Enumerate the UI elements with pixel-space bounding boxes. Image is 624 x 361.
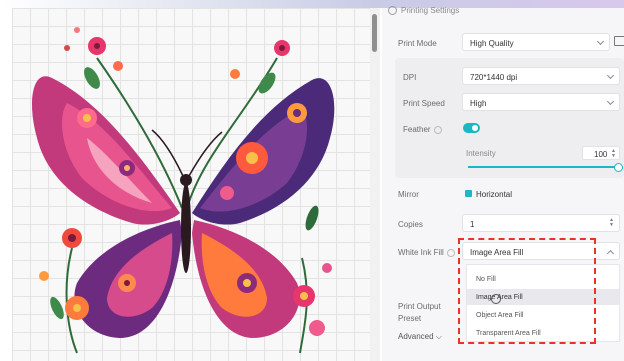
print-speed-value: High [470,99,487,108]
mirror-label: Mirror [398,190,419,199]
help-icon[interactable] [446,248,455,257]
intensity-label: Intensity [466,149,496,158]
design-canvas[interactable] [12,8,370,361]
print-mode-select[interactable]: High Quality [462,33,610,51]
copies-label: Copies [398,220,423,229]
intensity-value: 100 [594,150,608,159]
print-output-preset-label: Preset [398,314,422,323]
canvas-scrollbar[interactable] [370,8,380,361]
white-ink-fill-label-text: White Ink Fill [398,248,444,257]
advanced-toggle[interactable]: Advanced ⌵ [398,332,442,342]
advanced-label: Advanced [398,332,434,341]
stepper-arrows-icon[interactable]: ▲ ▼ [611,149,616,159]
white-ink-fill-label: White Ink Fill [398,248,455,257]
horizontal-option-label[interactable]: Horizontal [476,190,512,199]
folder-icon[interactable] [614,36,624,46]
print-speed-label: Print Speed [403,99,445,108]
intensity-input[interactable]: 100 ▲ ▼ [582,146,620,160]
intensity-slider-track[interactable] [468,166,618,168]
chevron-up-icon [606,249,615,258]
dpi-select[interactable]: 720*1440 dpi [462,67,620,85]
dpi-value: 720*1440 dpi [470,73,518,82]
copies-input[interactable]: 1 ▲ ▼ [462,214,620,232]
section-title: Printing Settings [401,6,460,15]
print-mode-label: Print Mode [398,39,437,48]
intensity-slider-handle[interactable] [614,163,623,172]
highlight-annotation-box [458,238,596,344]
printing-settings-header[interactable]: Printing Settings [388,6,459,15]
print-speed-select[interactable]: High [462,93,620,111]
feather-toggle[interactable] [463,123,480,133]
print-mode-value: High Quality [470,39,514,48]
chevron-down-icon [596,37,605,46]
chevron-down-icon [606,97,615,106]
feather-label-text: Feather [403,125,431,134]
horizontal-checkbox[interactable] [465,190,472,197]
feather-label: Feather [403,125,442,134]
help-icon[interactable] [433,125,442,134]
print-output-label: Print Output [398,302,441,311]
dpi-label: DPI [403,73,417,82]
settings-icon [388,6,397,15]
window-top-strip [0,0,624,8]
chevron-down-icon: ⌵ [435,332,442,341]
scrollbar-thumb[interactable] [372,14,377,52]
butterfly-artwork [32,27,335,354]
copies-value: 1 [470,220,475,229]
stepper-arrows-icon[interactable]: ▲ ▼ [609,218,614,228]
chevron-down-icon [606,71,615,80]
